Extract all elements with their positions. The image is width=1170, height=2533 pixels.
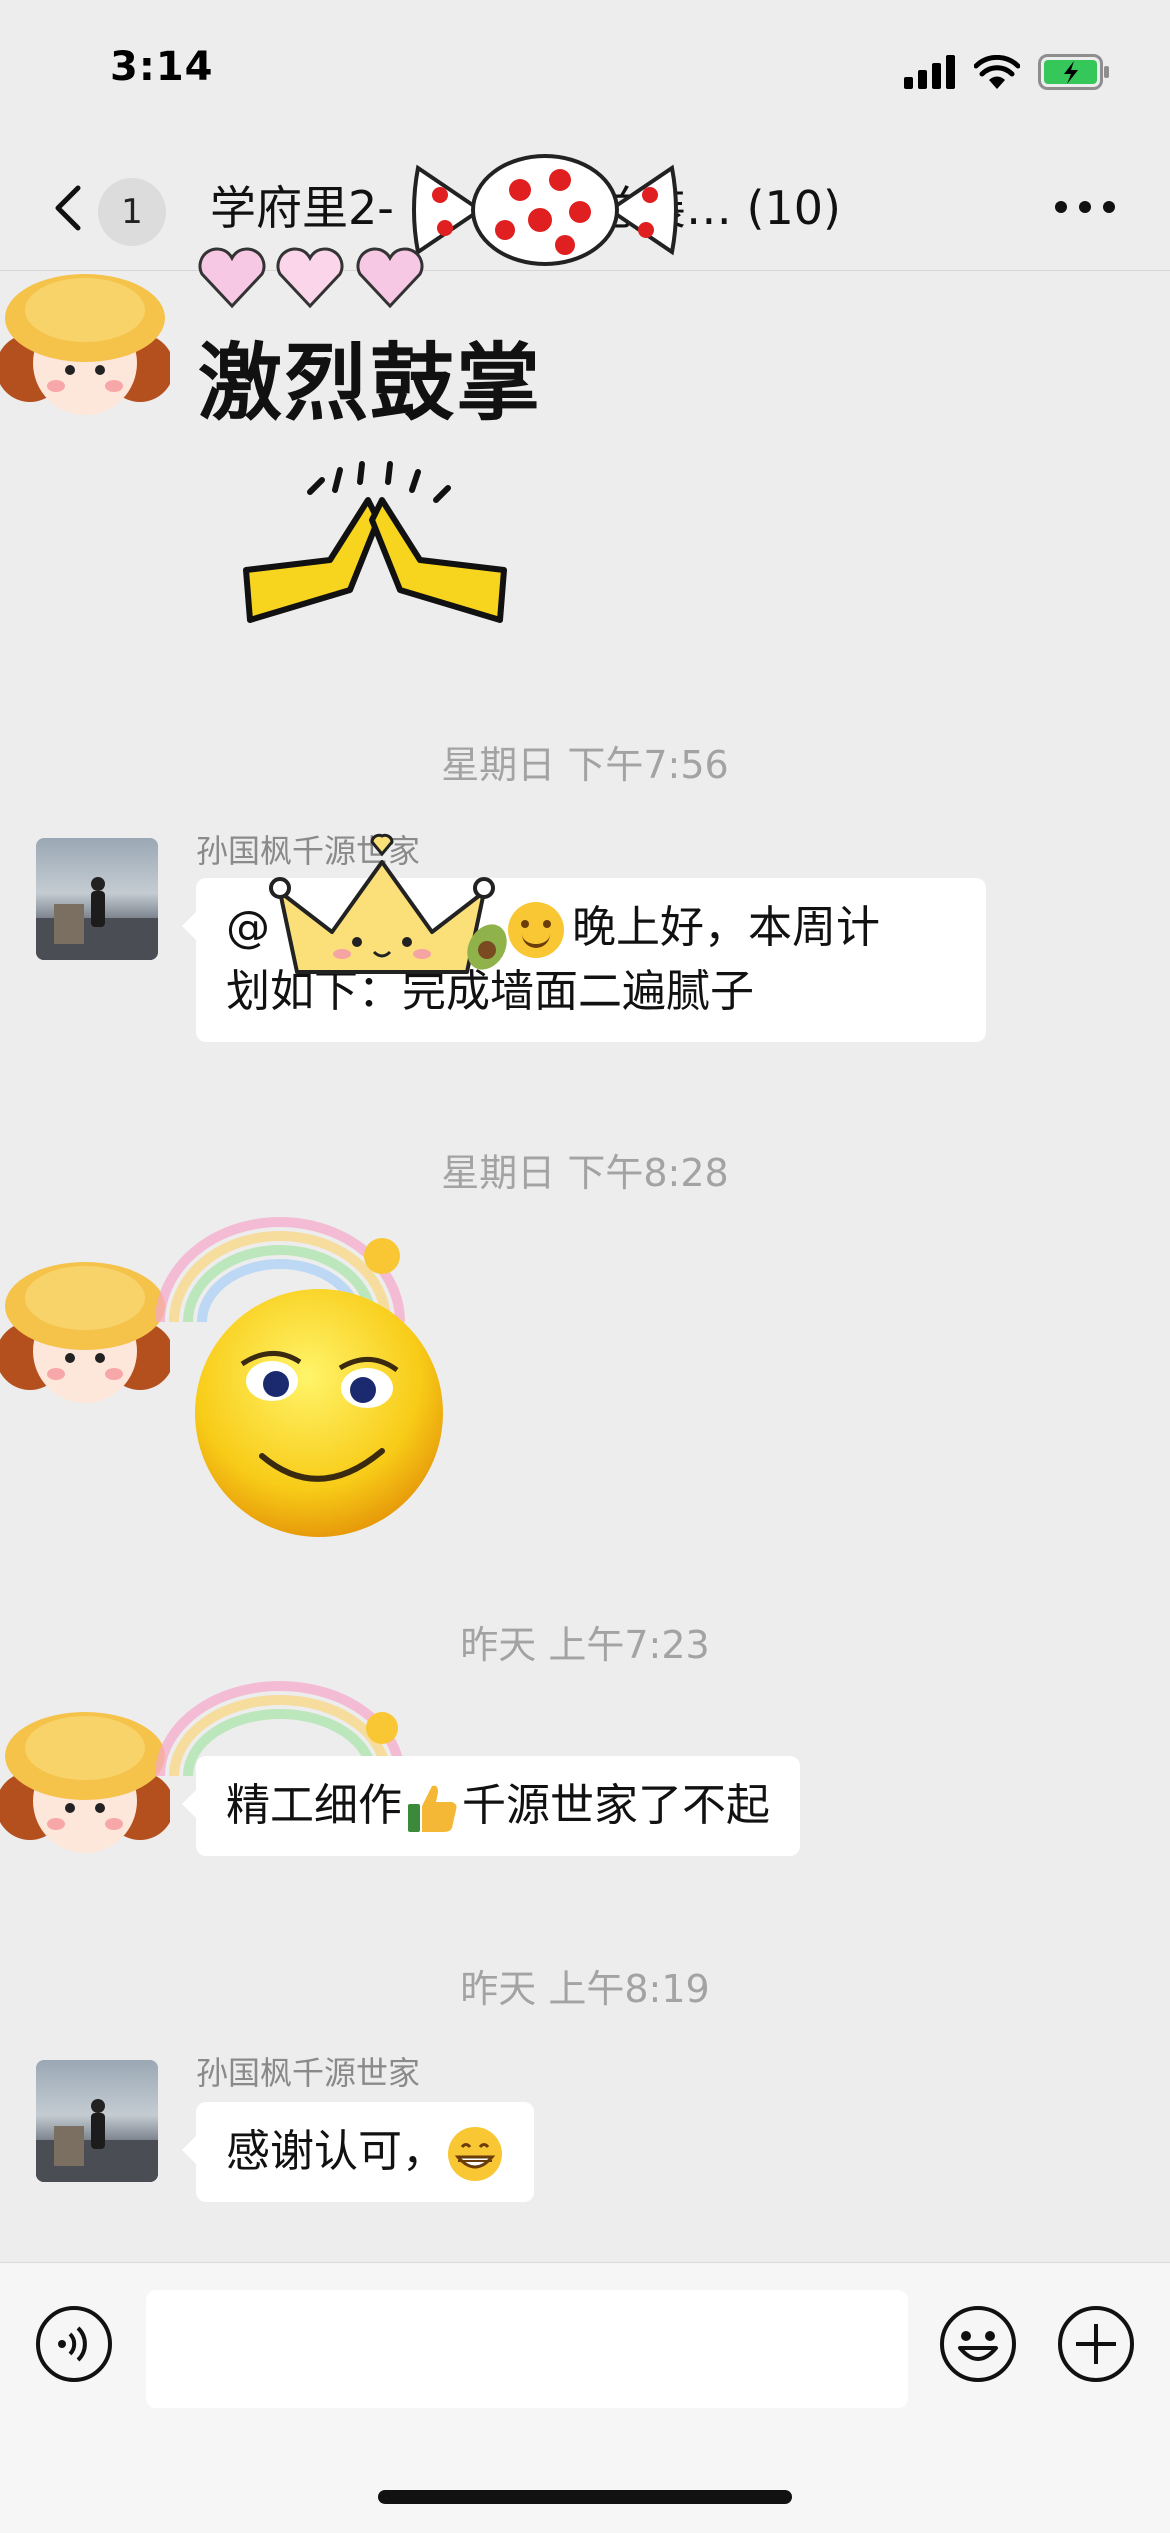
sender-name: 孙国枫千源世家 <box>196 2054 421 2092</box>
battery-icon <box>1038 54 1109 90</box>
timestamp: 昨天 上午7:23 <box>460 1623 710 1667</box>
hearts-icon <box>198 247 424 309</box>
message-bubble[interactable]: 精工细作 千源世家了不起 <box>182 1756 800 1856</box>
message-text-after: 千源世家了不起 <box>462 1780 770 1831</box>
voice-icon[interactable] <box>34 2304 114 2384</box>
girl-avatar[interactable] <box>0 258 170 428</box>
home-indicator <box>378 2490 792 2504</box>
message-text-before: 精工细作 <box>226 1780 402 1831</box>
thumbs-up-icon <box>408 1785 457 1832</box>
sticker-caption: 激烈鼓掌 <box>198 334 543 432</box>
crown-sticker <box>269 833 507 974</box>
signal-icon <box>904 55 955 89</box>
chat-title-text: 学府里2- <box>210 181 394 235</box>
person-photo <box>36 2099 158 2182</box>
sender-avatar[interactable] <box>36 838 158 960</box>
more-icon[interactable] <box>1050 192 1120 222</box>
timestamp: 星期日 下午8:28 <box>441 1151 729 1195</box>
grin-emoji-icon <box>448 2127 502 2181</box>
big-smiley-sticker[interactable] <box>192 1286 446 1540</box>
clap-hands-sticker[interactable] <box>240 460 510 640</box>
wifi-icon <box>974 55 1020 89</box>
message-line-1-text: 晚上好，本周计 <box>572 902 880 953</box>
timestamp: 昨天 上午8:19 <box>460 1967 710 2011</box>
girl-avatar[interactable] <box>0 1696 170 1866</box>
candy-sticker <box>412 154 678 266</box>
plus-icon[interactable] <box>1056 2304 1136 2384</box>
timestamp: 星期日 下午7:56 <box>441 743 729 787</box>
status-icons <box>904 52 1110 92</box>
person-photo <box>36 877 158 960</box>
message-input[interactable] <box>146 2290 908 2408</box>
unread-count-badge[interactable]: 1 <box>98 178 166 246</box>
sender-avatar[interactable] <box>36 2060 158 2182</box>
girl-avatar[interactable] <box>0 1246 170 1416</box>
smile-emoji-icon <box>508 902 564 958</box>
emoji-icon[interactable] <box>938 2304 1018 2384</box>
back-chevron-icon[interactable] <box>40 178 100 238</box>
message-text: 感谢认可， <box>226 2126 446 2177</box>
message-bubble[interactable]: 感谢认可， <box>182 2102 534 2202</box>
status-time: 3:14 <box>110 44 214 90</box>
